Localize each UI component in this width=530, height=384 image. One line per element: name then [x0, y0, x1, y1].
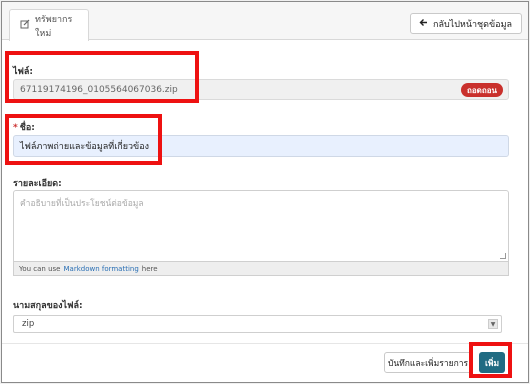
- tab-label: ทรัพยากรใหม่: [35, 14, 73, 39]
- chevron-down-icon[interactable]: ▼: [488, 319, 498, 329]
- highlight-file-box: [5, 51, 199, 103]
- edit-icon: [20, 19, 30, 32]
- markdown-help-link[interactable]: Markdown formatting: [63, 265, 138, 273]
- tab-new-resource[interactable]: ทรัพยากรใหม่: [9, 9, 89, 41]
- description-placeholder: คำอธิบายที่เป็นประโยชน์ต่อข้อมูล: [20, 199, 144, 209]
- highlight-add-button: [469, 342, 512, 378]
- markdown-help-prefix: You can use: [19, 264, 61, 273]
- tab-bar: ทรัพยากรใหม่ กลับไปหน้าชุดข้อมูล: [2, 2, 528, 41]
- format-value: zip: [22, 319, 35, 329]
- footer-divider: [2, 343, 528, 344]
- resize-handle[interactable]: [500, 253, 506, 259]
- markdown-help: You can use Markdown formatting here: [13, 262, 509, 276]
- back-to-dataset-button[interactable]: กลับไปหน้าชุดข้อมูล: [410, 13, 522, 34]
- back-label: กลับไปหน้าชุดข้อมูล: [433, 19, 513, 30]
- format-select[interactable]: zip ▼: [13, 315, 502, 333]
- description-textarea[interactable]: คำอธิบายที่เป็นประโยชน์ต่อข้อมูล: [13, 190, 509, 262]
- markdown-help-suffix: here: [141, 264, 158, 273]
- format-label: นามสกุลของไฟล์:: [13, 301, 83, 311]
- remove-file-button[interactable]: ถอดถอน: [461, 83, 503, 97]
- save-and-add-button[interactable]: บันทึกและเพิ่มรายการ: [384, 352, 472, 373]
- description-label: รายละเอียด:: [13, 179, 62, 189]
- highlight-name-box: [5, 114, 162, 165]
- arrow-left-icon: [419, 18, 428, 30]
